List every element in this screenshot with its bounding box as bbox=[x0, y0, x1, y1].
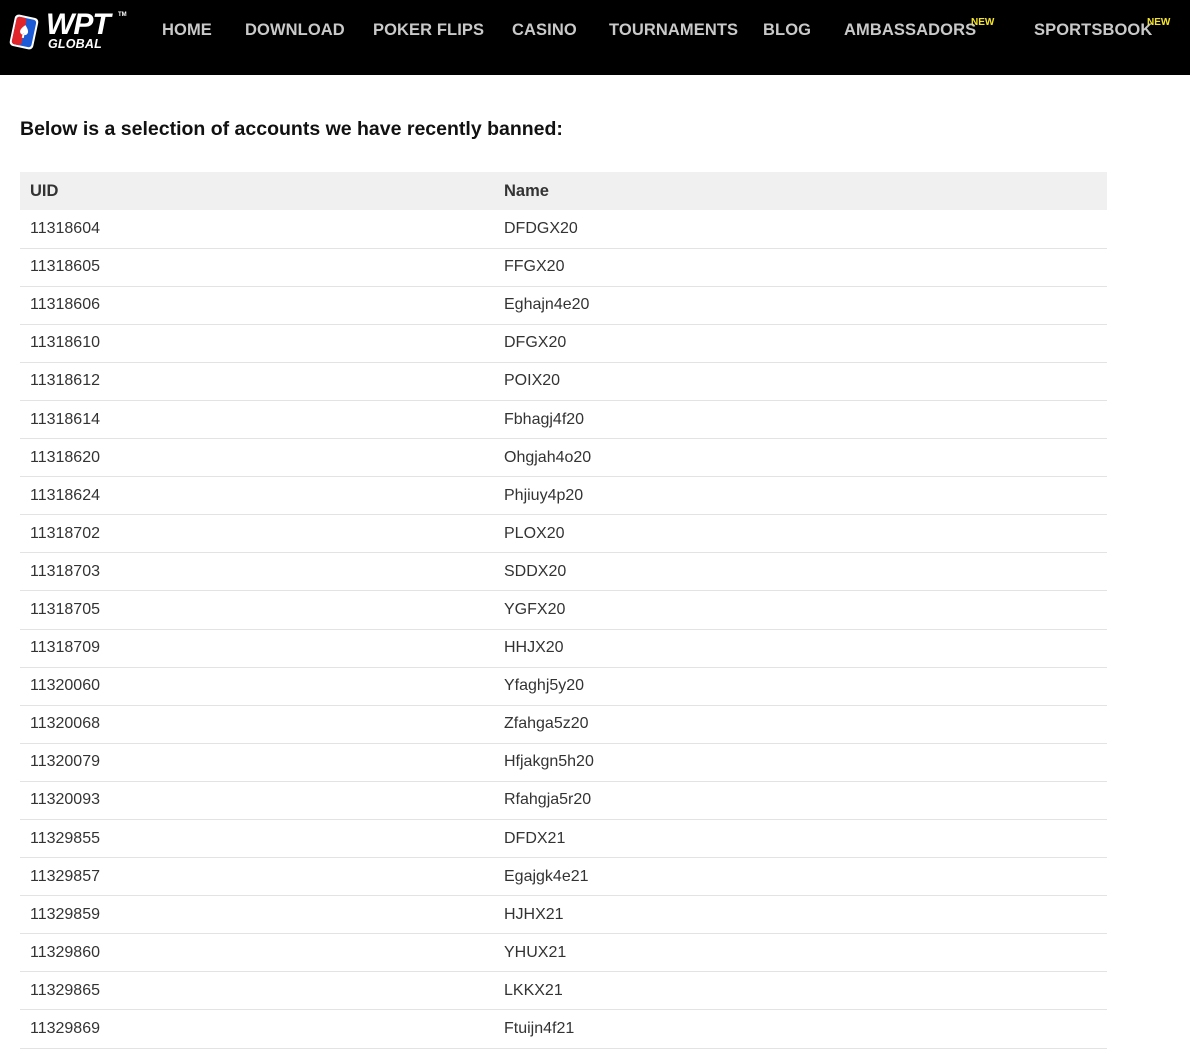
nav-home-label: HOME bbox=[162, 21, 212, 39]
nav-sportsbook[interactable]: SPORTSBOOK NEW bbox=[1034, 17, 1170, 40]
table-body: 11318604 DFDGX20 11318605 FFGX20 11318606 Egh… bbox=[20, 210, 1107, 1049]
uid-cell: 11320060 bbox=[30, 677, 100, 695]
nav-casino[interactable]: CASINO bbox=[512, 21, 577, 40]
page-intro-heading: Below is a selection of accounts we have… bbox=[20, 118, 563, 140]
uid-cell: 11329860 bbox=[30, 943, 100, 961]
name-cell: SDDX20 bbox=[504, 562, 567, 580]
top-navigation-bar: WPT TM GLOBAL HOME DOWNLOAD POKER FLIPS … bbox=[0, 0, 1190, 75]
uid-cell: 11329859 bbox=[30, 905, 100, 923]
table-row: 11329857 Egajgk4e21 bbox=[20, 858, 1107, 896]
nav-tournaments-label: TOURNAMENTS bbox=[609, 21, 739, 39]
table-row: 11318604 DFDGX20 bbox=[20, 210, 1107, 249]
uid-cell: 11329857 bbox=[30, 867, 100, 885]
uid-cell: 11318702 bbox=[30, 524, 100, 542]
column-header-uid: UID bbox=[30, 181, 59, 200]
uid-cell: 11320093 bbox=[30, 791, 100, 809]
nav-blog[interactable]: BLOG bbox=[763, 21, 811, 40]
uid-cell: 11318604 bbox=[30, 219, 100, 237]
table-row: 11318620 Ohgjah4o20 bbox=[20, 439, 1107, 477]
table-row: 11318614 Fbhagj4f20 bbox=[20, 400, 1107, 439]
table-row: 11329859 HJHX21 bbox=[20, 896, 1107, 934]
table-row: 11318612 POIX20 bbox=[20, 362, 1107, 401]
name-cell: FFGX20 bbox=[504, 258, 565, 276]
name-cell: YGFX20 bbox=[504, 600, 566, 618]
nav-poker-flips[interactable]: POKER FLIPS bbox=[373, 21, 484, 40]
name-cell: Eghajn4e20 bbox=[504, 296, 590, 314]
name-cell: LKKX21 bbox=[504, 981, 563, 999]
uid-cell: 11318614 bbox=[30, 410, 100, 428]
nav-download-label: DOWNLOAD bbox=[245, 21, 345, 39]
name-cell: HHJX20 bbox=[504, 639, 564, 657]
table-row: 11318606 Eghajn4e20 bbox=[20, 286, 1107, 325]
new-badge: NEW bbox=[1147, 17, 1171, 28]
name-cell: Egajgk4e21 bbox=[504, 867, 589, 885]
uid-cell: 11318709 bbox=[30, 639, 100, 657]
table-row: 11320068 Zfahga5z20 bbox=[20, 705, 1107, 744]
nav-download[interactable]: DOWNLOAD bbox=[245, 21, 345, 40]
uid-cell: 11329865 bbox=[30, 981, 100, 999]
column-header-name: Name bbox=[504, 181, 549, 200]
nav-poker-flips-label: POKER FLIPS bbox=[373, 21, 485, 39]
table-row: 11318624 Phjiuy4p20 bbox=[20, 477, 1107, 515]
name-cell: Fbhagj4f20 bbox=[504, 410, 585, 428]
nav-home[interactable]: HOME bbox=[162, 21, 212, 40]
name-cell: DFDGX20 bbox=[504, 219, 578, 237]
table-row: 11318605 FFGX20 bbox=[20, 248, 1107, 287]
name-cell: DFGX20 bbox=[504, 334, 567, 352]
uid-cell: 11318620 bbox=[30, 448, 100, 466]
uid-cell: 11329869 bbox=[30, 1020, 100, 1038]
uid-cell: 11329855 bbox=[30, 829, 100, 847]
uid-cell: 11318624 bbox=[30, 486, 100, 504]
name-cell: Yfaghj5y20 bbox=[504, 677, 585, 695]
table-row: 11320093 Rfahgja5r20 bbox=[20, 781, 1107, 820]
nav-casino-label: CASINO bbox=[512, 21, 577, 39]
table-row: 11320079 Hfjakgn5h20 bbox=[20, 743, 1107, 782]
table-row: 11329860 YHUX21 bbox=[20, 934, 1107, 972]
name-cell: Ohgjah4o20 bbox=[504, 448, 592, 466]
nav-tournaments[interactable]: TOURNAMENTS bbox=[609, 21, 738, 40]
new-badge: NEW bbox=[971, 17, 995, 28]
nav-blog-label: BLOG bbox=[763, 21, 812, 39]
table-row: 11329865 LKKX21 bbox=[20, 972, 1107, 1010]
name-cell: PLOX20 bbox=[504, 524, 565, 542]
nav-sportsbook-label: SPORTSBOOK bbox=[1034, 21, 1153, 39]
banned-accounts-table: UID Name 11318604 DFDGX20 11318605 FFGX20 11… bbox=[20, 172, 1107, 1049]
table-header-row: UID Name bbox=[20, 172, 1107, 210]
uid-cell: 11318705 bbox=[30, 600, 100, 618]
name-cell: POIX20 bbox=[504, 372, 561, 390]
nav-ambassadors[interactable]: AMBASSADORS NEW bbox=[844, 17, 994, 40]
table-row: 11318610 DFGX20 bbox=[20, 324, 1107, 363]
uid-cell: 11318610 bbox=[30, 334, 100, 352]
table-row: 11329855 DFDX21 bbox=[20, 820, 1107, 858]
uid-cell: 11318612 bbox=[30, 372, 100, 390]
name-cell: Rfahgja5r20 bbox=[504, 791, 592, 809]
table-row: 11320060 Yfaghj5y20 bbox=[20, 667, 1107, 706]
table-row: 11318709 HHJX20 bbox=[20, 629, 1107, 668]
uid-cell: 11320079 bbox=[30, 753, 100, 771]
nav-ambassadors-label: AMBASSADORS bbox=[844, 21, 977, 39]
name-cell: Zfahga5z20 bbox=[504, 715, 589, 733]
name-cell: YHUX21 bbox=[504, 943, 567, 961]
name-cell: DFDX21 bbox=[504, 829, 566, 847]
table-row: 11318705 YGFX20 bbox=[20, 591, 1107, 630]
main-nav: HOME DOWNLOAD POKER FLIPS CASINO TOURNAM… bbox=[0, 0, 1190, 62]
name-cell: HJHX21 bbox=[504, 905, 564, 923]
name-cell: Hfjakgn5h20 bbox=[504, 753, 594, 771]
uid-cell: 11318605 bbox=[30, 258, 100, 276]
uid-cell: 11318606 bbox=[30, 296, 100, 314]
uid-cell: 11318703 bbox=[30, 562, 100, 580]
table-row: 11318703 SDDX20 bbox=[20, 553, 1107, 591]
name-cell: Ftuijn4f21 bbox=[504, 1020, 575, 1038]
table-row: 11318702 PLOX20 bbox=[20, 515, 1107, 553]
name-cell: Phjiuy4p20 bbox=[504, 486, 584, 504]
table-row: 11329869 Ftuijn4f21 bbox=[20, 1010, 1107, 1049]
uid-cell: 11320068 bbox=[30, 715, 100, 733]
